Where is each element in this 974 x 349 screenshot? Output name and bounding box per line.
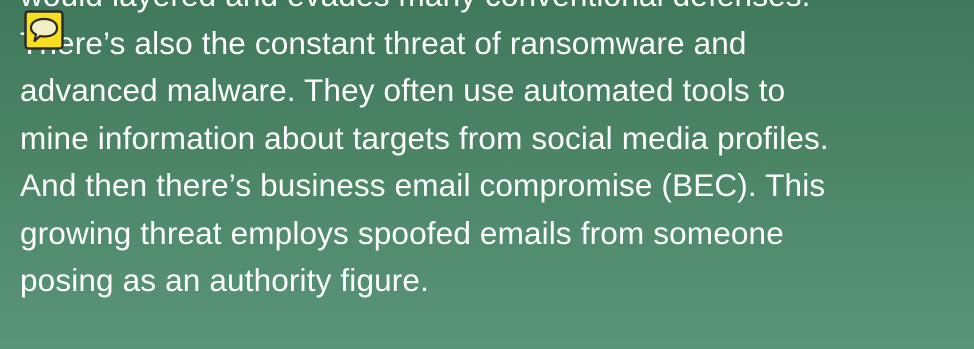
text-line-6: growing threat employs spoofed emails fr… [20,214,784,251]
slide-canvas: would layered and evades many convention… [0,0,974,349]
speech-bubble-icon[interactable] [24,10,64,50]
text-line-5: And then there’s business email compromi… [20,167,826,203]
text-line-2: There’s also the constant threat of rans… [20,24,747,61]
comment-marker-graphic [24,10,64,50]
text-line-1: would layered and evades many convention… [20,0,965,20]
text-line-3: advanced malware. They often use automat… [20,72,786,108]
text-line-7: posing as an authority figure. [20,262,430,298]
text-line-4: mine information about targets from soci… [20,119,829,156]
body-paragraph: would layered and evades many convention… [20,0,965,305]
